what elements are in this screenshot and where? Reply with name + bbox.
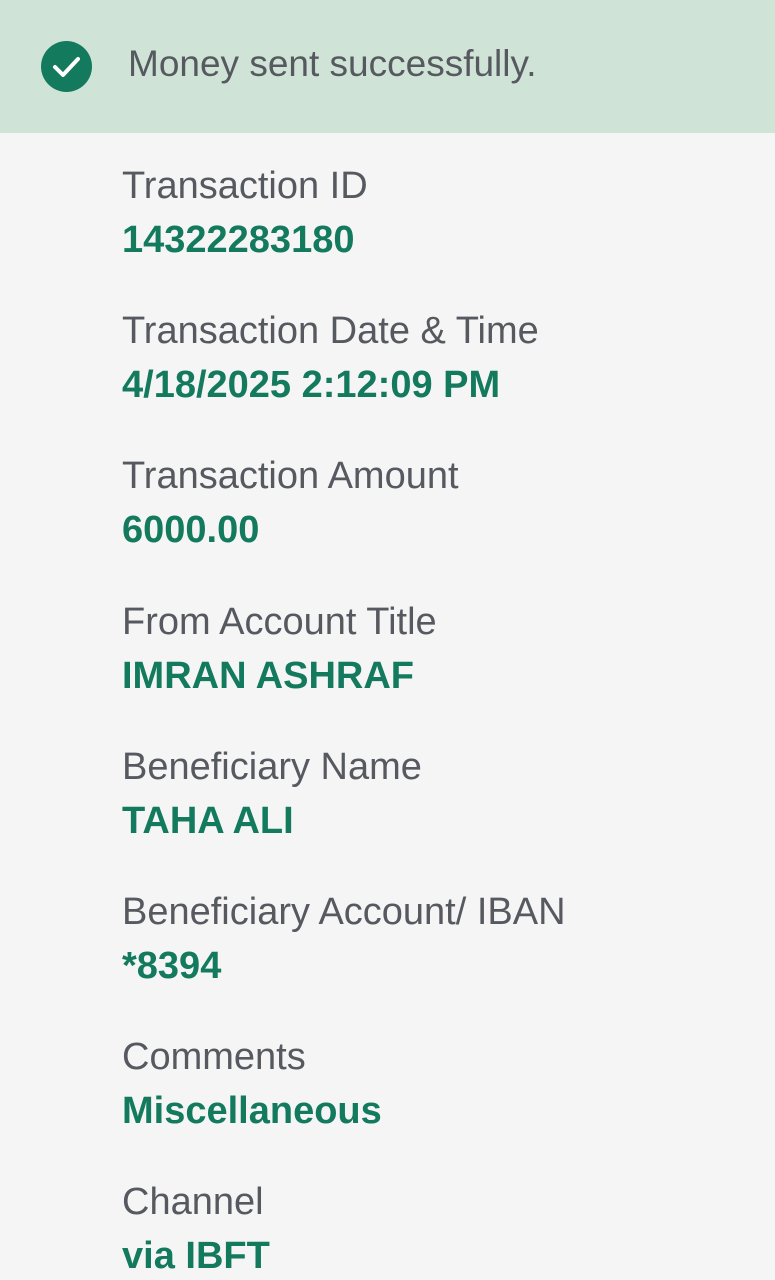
detail-label: Transaction ID [122, 165, 368, 207]
detail-label: Comments [122, 1036, 306, 1078]
detail-value: *8394 [122, 945, 222, 987]
detail-value: 14322283180 [122, 219, 355, 261]
transaction-details: Transaction ID 14322283180 Transaction D… [0, 0, 775, 1280]
detail-transaction-amount: Transaction Amount 6000.00 [122, 452, 762, 554]
detail-label: Transaction Date & Time [122, 310, 539, 352]
detail-label: Beneficiary Account/ IBAN [122, 891, 566, 933]
detail-transaction-id: Transaction ID 14322283180 [122, 162, 762, 264]
detail-value: via IBFT [122, 1235, 270, 1277]
detail-value: 6000.00 [122, 509, 260, 551]
detail-label: Channel [122, 1181, 264, 1223]
detail-label: Beneficiary Name [122, 746, 422, 788]
detail-channel: Channel via IBFT [122, 1178, 762, 1280]
detail-label: Transaction Amount [122, 455, 459, 497]
detail-label: From Account Title [122, 601, 437, 643]
detail-value: IMRAN ASHRAF [122, 655, 415, 697]
detail-transaction-date-time: Transaction Date & Time 4/18/2025 2:12:0… [122, 307, 762, 409]
detail-value: Miscellaneous [122, 1090, 382, 1132]
detail-beneficiary-name: Beneficiary Name TAHA ALI [122, 743, 762, 845]
detail-comments: Comments Miscellaneous [122, 1033, 762, 1135]
detail-value: TAHA ALI [122, 800, 294, 842]
detail-value: 4/18/2025 2:12:09 PM [122, 364, 501, 406]
detail-from-account-title: From Account Title IMRAN ASHRAF [122, 598, 762, 700]
detail-beneficiary-account: Beneficiary Account/ IBAN *8394 [122, 888, 762, 990]
